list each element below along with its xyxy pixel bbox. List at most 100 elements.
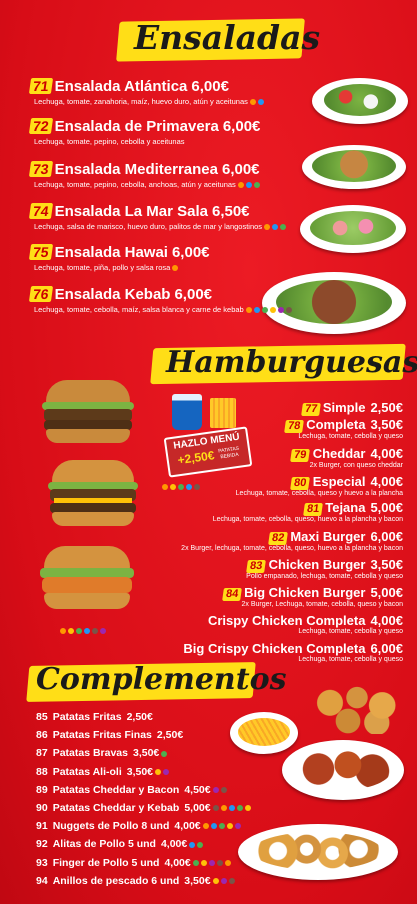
burger-name: Cheddar xyxy=(312,446,366,461)
salad-plate-primavera xyxy=(302,145,406,189)
side-number: 90 xyxy=(36,802,48,814)
burger-image-3 xyxy=(40,546,134,614)
allergen-icon xyxy=(212,787,219,794)
allergen-icons-burgers xyxy=(58,622,106,640)
side-item: 86 Patatas Fritas Finas 2,50€ xyxy=(36,729,183,741)
side-item: 88 Patatas Ali-oli 3,50€ xyxy=(36,765,170,778)
salad-description: Lechuga, tomate, pepino, cebolla y aceit… xyxy=(34,137,185,146)
burger-item: Big Crispy Chicken Completa 6,00€ Lechuga,… xyxy=(183,641,403,663)
burger-name: Crispy Chicken Completa xyxy=(207,613,366,628)
allergen-icon xyxy=(163,768,170,775)
side-number: 85 xyxy=(36,711,48,723)
burger-price: 5,00€ xyxy=(370,500,403,515)
side-item: 94 Anillos de pescado 6 und 3,50€ xyxy=(36,875,235,887)
burger-description: Lechuga, tomate, cebolla, queso, huevo a… xyxy=(212,516,403,523)
salad-price: 6,00€ xyxy=(191,78,229,95)
allergen-icon xyxy=(261,307,268,314)
burger-item: 80 Especial 4,00€ Lechuga, tomate, cebolla,… xyxy=(236,474,403,497)
burger-number: 78 xyxy=(284,420,305,433)
allergen-icon xyxy=(249,99,256,106)
salad-name: Ensalada de Primavera xyxy=(54,118,219,135)
side-name: Patatas Cheddar y Bacon xyxy=(52,783,180,796)
burger-description: Pollo empanado, lechuga, tomate, cebolla… xyxy=(246,573,403,580)
allergen-icon xyxy=(245,182,252,189)
side-price: 3,50€ xyxy=(126,765,154,778)
allergen-icons-promo xyxy=(160,478,200,496)
salad-item: 76 Ensalada Kebab 6,00€ Lechuga, tomate, ce… xyxy=(28,286,292,314)
allergen-icon xyxy=(200,859,207,866)
burger-description: 2x Burger, Lechuga, tomate, cebolla, que… xyxy=(241,601,404,608)
side-name: Patatas Ali-oli xyxy=(52,765,122,778)
salad-number: 72 xyxy=(28,118,53,134)
side-price: 2,50€ xyxy=(156,729,184,742)
side-name: Nuggets de Pollo 8 und xyxy=(52,820,170,833)
side-price: 5,00€ xyxy=(184,802,211,814)
allergen-icon xyxy=(161,750,168,757)
salad-description: Lechuga, tomate, cebolla, maíz, salsa bl… xyxy=(34,305,244,314)
allergen-icon xyxy=(272,224,279,231)
salad-number: 71 xyxy=(28,78,53,94)
side-name: Patatas Cheddar y Kebab xyxy=(52,802,180,814)
side-number: 91 xyxy=(36,820,48,833)
burger-name: Tejana xyxy=(325,500,366,515)
salad-description: Lechuga, salsa de marisco, huevo duro, p… xyxy=(34,222,263,231)
side-number: 94 xyxy=(36,874,48,887)
burger-number: 82 xyxy=(268,532,289,545)
allergen-icon xyxy=(218,823,225,830)
burger-price: 6,00€ xyxy=(370,529,403,544)
side-item: 90 Patatas Cheddar y Kebab 5,00€ xyxy=(36,802,251,814)
side-number: 87 xyxy=(36,747,48,760)
salad-description: Lechuga, tomate, zanahoria, maíz, huevo … xyxy=(34,97,248,106)
side-price: 4,00€ xyxy=(164,856,191,869)
burger-item: 78 Completa 3,50€ Lechuga, tomate, cebolla … xyxy=(284,417,403,440)
salad-item: 73 Ensalada Mediterranea 6,00€ Lechuga, tom… xyxy=(28,161,260,189)
side-name: Alitas de Pollo 5 und xyxy=(52,838,156,851)
burger-price: 3,50€ xyxy=(370,557,403,572)
allergen-icon xyxy=(245,307,252,314)
burger-item: 81 Tejana 5,00€ Lechuga, tomate, cebolla, q… xyxy=(213,500,403,523)
side-price: 3,50€ xyxy=(133,747,160,760)
allergen-icon xyxy=(228,878,235,885)
salad-name: Ensalada Hawai xyxy=(54,244,168,261)
side-price: 2,50€ xyxy=(126,711,153,723)
fries-image xyxy=(210,398,236,428)
salad-description: Lechuga, tomate, pepino, cebolla, anchoa… xyxy=(34,180,236,189)
burger-item: 82 Maxi Burger 6,00€ 2x Burger, lechuga, to… xyxy=(181,529,403,552)
salad-name: Ensalada Atlántica xyxy=(54,78,188,95)
side-name: Patatas Fritas Finas xyxy=(52,729,152,742)
allergen-icon xyxy=(244,805,251,812)
allergen-icon xyxy=(189,841,196,848)
side-name: Patatas Fritas xyxy=(52,711,122,723)
allergen-icon xyxy=(228,805,235,812)
burger-name: Maxi Burger xyxy=(290,529,366,544)
allergen-icon xyxy=(220,805,227,812)
allergen-icon xyxy=(237,182,244,189)
burger-name: Especial xyxy=(312,474,366,489)
burger-price: 6,00€ xyxy=(370,641,403,656)
side-name: Patatas Bravas xyxy=(52,747,128,760)
burger-item: Crispy Chicken Completa 4,00€ Lechuga, tom… xyxy=(208,613,403,635)
salad-item: 75 Ensalada Hawai 6,00€ Lechuga, tomate, pi… xyxy=(28,244,210,272)
burger-description: 2x Burger, lechuga, tomate, cebolla, que… xyxy=(181,545,403,552)
burger-description: 2x Burger, con queso cheddar xyxy=(309,462,403,469)
salad-price: 6,00€ xyxy=(221,161,260,178)
burger-name: Completa xyxy=(306,417,366,432)
allergen-icon xyxy=(224,859,231,866)
side-item: 89 Patatas Cheddar y Bacon 4,50€ xyxy=(36,784,227,796)
allergen-icon xyxy=(210,823,217,830)
burger-number: 81 xyxy=(303,503,324,516)
burger-description: Lechuga, tomate, cebolla y queso xyxy=(298,433,403,440)
side-name: Anillos de pescado 6 und xyxy=(52,874,180,887)
complementos-title: Complementos xyxy=(36,662,287,697)
allergen-icon xyxy=(212,878,219,885)
burger-name: Big Chicken Burger xyxy=(244,585,366,600)
allergen-icon xyxy=(234,823,241,830)
salad-price: 6,00€ xyxy=(171,244,210,261)
side-price: 4,00€ xyxy=(174,820,201,833)
side-number: 89 xyxy=(36,783,48,796)
side-price: 3,50€ xyxy=(184,874,211,887)
side-name: Finger de Pollo 5 und xyxy=(52,856,160,869)
allergen-icon xyxy=(257,99,264,106)
burger-description: Lechuga, tomate, cebolla, queso y huevo … xyxy=(235,490,403,497)
burger-image-2 xyxy=(48,460,138,526)
